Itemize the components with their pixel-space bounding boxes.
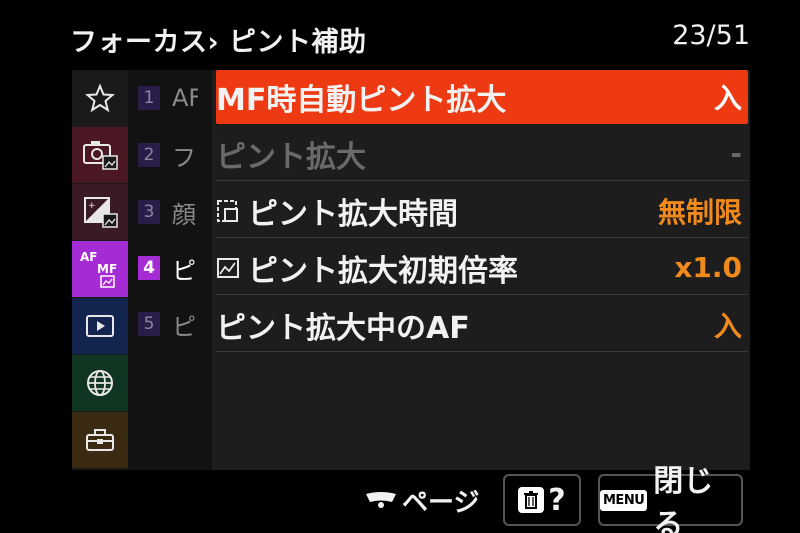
menu-item-value: -	[730, 137, 742, 170]
category-shooting[interactable]	[72, 127, 128, 183]
play-icon	[86, 315, 114, 337]
menu-item-left: ピント拡大初期倍率	[216, 246, 518, 290]
menu-item-mf-auto-magnifier[interactable]: MF時自動ピント拡大 入	[216, 70, 748, 124]
menu-item-left: ピント拡大	[216, 132, 366, 176]
category-my-menu[interactable]	[72, 70, 128, 126]
menu-item-label: ピント拡大中のAF	[216, 310, 470, 346]
af-mf-icon: AF MF	[80, 250, 117, 288]
magnify-scale-icon	[216, 253, 240, 283]
sub-page-5[interactable]: 5 ピ	[138, 304, 198, 344]
close-button-label: 閉じる	[653, 464, 714, 533]
sub-page-label: フ	[172, 143, 196, 172]
menu-item-magnifier-time[interactable]: ピント拡大時間 無制限	[216, 184, 748, 238]
trash-icon	[518, 487, 545, 513]
help-button-label: ?	[548, 482, 566, 518]
star-icon	[85, 83, 115, 113]
sub-page-column: 1 AF 2 フ 3 顔 4 ピ 5 ピ	[128, 70, 212, 470]
category-focus[interactable]: AF MF	[72, 241, 128, 297]
sub-page-number: 3	[138, 200, 160, 224]
page-title: フォーカス› ピント補助	[70, 27, 367, 58]
menu-item-value: 入	[713, 309, 742, 343]
menu-item-initial-magnification[interactable]: ピント拡大初期倍率 x1.0	[216, 241, 748, 295]
sub-page-label: AF	[172, 84, 198, 112]
page-hint-label: ページ	[402, 487, 480, 518]
page-counter: 23/51	[672, 20, 750, 51]
category-rail: + AF MF	[72, 70, 128, 470]
sub-page-label: ピ	[172, 312, 196, 341]
af-mf-icon-af-text: AF	[80, 250, 97, 264]
menu-item-label: ピント拡大	[216, 139, 366, 175]
menu-list: MF時自動ピント拡大 入 ピント拡大 - ピント拡大時間 無制限 ピント拡大初期…	[212, 70, 750, 470]
sub-page-4[interactable]: 4 ピ	[138, 248, 198, 288]
menu-item-value: 入	[713, 82, 742, 115]
menu-item-value: x1.0	[674, 251, 742, 284]
menu-item-label: ピント拡大初期倍率	[248, 253, 518, 289]
menu-item-left: ピント拡大時間	[216, 189, 458, 233]
page-hint: ページ	[364, 478, 479, 522]
sub-page-number: 4	[138, 256, 160, 280]
exposure-icon: +	[84, 197, 118, 228]
svg-text:+: +	[88, 201, 96, 211]
sub-page-number: 1	[138, 86, 160, 110]
category-exposure-color[interactable]: +	[72, 184, 128, 240]
close-button[interactable]: MENU 閉じる	[598, 464, 743, 533]
menu-item-left: MF時自動ピント拡大	[216, 75, 506, 119]
af-mf-icon-mf-text: MF	[97, 262, 117, 276]
category-setup[interactable]	[72, 412, 128, 468]
menu-item-left: ピント拡大中のAF	[216, 303, 470, 347]
toolbox-icon	[86, 429, 114, 451]
menu-key-icon: MENU	[600, 489, 648, 511]
sub-page-1[interactable]: 1 AF	[138, 78, 198, 118]
control-wheel-icon	[366, 492, 396, 508]
menu-item-focus-magnifier[interactable]: ピント拡大 -	[216, 127, 748, 181]
menu-item-label: MF時自動ピント拡大	[216, 83, 507, 118]
sub-page-number: 5	[138, 312, 160, 336]
camera-icon	[83, 141, 118, 170]
sub-page-label: 顔	[172, 200, 196, 229]
category-playback[interactable]	[72, 298, 128, 354]
menu-item-label: ピント拡大時間	[248, 196, 458, 232]
globe-icon	[87, 370, 113, 396]
sub-page-label: ピ	[172, 256, 196, 285]
magnify-time-icon	[216, 196, 240, 226]
sub-page-2[interactable]: 2 フ	[138, 135, 198, 175]
help-button[interactable]: ?	[503, 474, 581, 526]
sub-page-3[interactable]: 3 顔	[138, 192, 198, 232]
sub-page-number: 2	[138, 143, 160, 167]
category-network[interactable]	[72, 355, 128, 411]
menu-item-value: 無制限	[657, 195, 742, 229]
menu-item-af-in-magnifier[interactable]: ピント拡大中のAF 入	[216, 298, 748, 352]
